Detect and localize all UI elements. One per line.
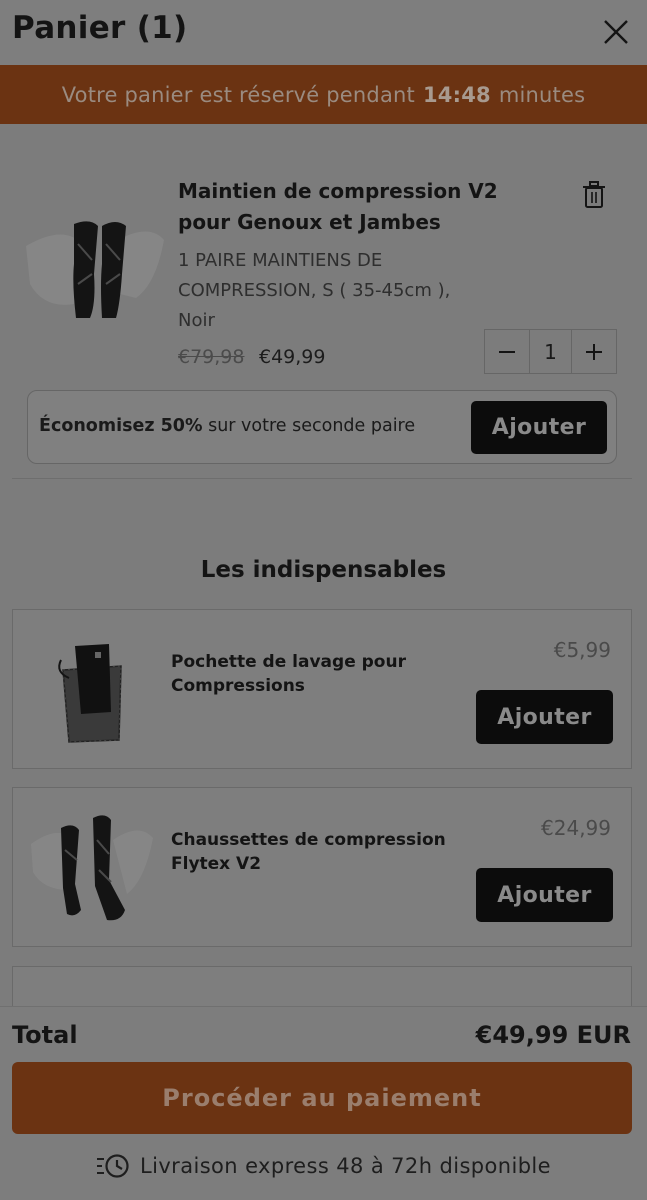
checkout-button[interactable]: Procéder au paiement [12,1062,632,1134]
upsell-rest: sur votre seconde paire [208,416,416,436]
upsell-bold: Économisez 50% [39,416,203,436]
decrease-quantity-button[interactable] [485,330,529,373]
plus-icon [586,343,602,360]
recommendations-title: Les indispensables [200,557,447,583]
banner-suffix: minutes [498,82,586,107]
cart-item: Maintien de compression V2 pour Genoux e… [0,124,647,480]
recommendation-card-partial [12,966,632,1006]
upsell-add-button[interactable]: Ajouter [471,401,607,454]
total-label: Total [12,1021,78,1049]
total-value: €49,99 EUR [475,1021,631,1049]
cart-title: Panier (1) [12,10,188,46]
banner-timer: 14:48 [422,82,491,107]
divider [12,478,632,479]
cart-header: Panier (1) [0,0,647,65]
delivery-text: Livraison express 48 à 72h disponible [140,1154,551,1178]
recommendation-price: €24,99 [541,816,611,840]
delivery-info: Livraison express 48 à 72h disponible [0,1153,647,1179]
trash-icon[interactable] [582,181,606,209]
add-socks-button[interactable]: Ajouter [476,868,613,922]
cart-footer: Total €49,99 EUR Procéder au paiement Li… [0,1006,647,1200]
recommendation-card: Chaussettes de compression Flytex V2 €24… [12,787,632,947]
quantity-value[interactable]: 1 [529,330,572,373]
quantity-stepper: 1 [484,329,617,374]
recommendation-title[interactable]: Pochette de lavage pour Compressions [171,650,461,698]
increase-quantity-button[interactable] [572,330,616,373]
cart-item-variant: 1 PAIRE MAINTIENS DE COMPRESSION, S ( 35… [178,250,451,331]
add-pouch-button[interactable]: Ajouter [476,690,613,744]
washing-pouch-image[interactable] [29,632,153,748]
product-image[interactable] [24,214,166,334]
recommendation-card: Pochette de lavage pour Compressions €5,… [12,609,632,769]
upsell-text: Économisez 50% sur votre seconde paire [39,416,415,436]
second-pair-upsell: Économisez 50% sur votre seconde paire A… [27,390,617,464]
reservation-banner: Votre panier est réservé pendant 14:48 m… [0,65,647,124]
recommendation-title[interactable]: Chaussettes de compression Flytex V2 [171,828,461,876]
current-price: €49,99 [259,346,326,368]
socks-image[interactable] [29,810,153,926]
banner-prefix: Votre panier est réservé pendant [61,82,415,107]
recommendation-price: €5,99 [553,638,611,662]
minus-icon [499,350,515,353]
cart-item-title[interactable]: Maintien de compression V2 pour Genoux e… [178,176,538,238]
clock-fast-icon [97,1154,129,1178]
old-price: €79,98 [178,346,245,368]
close-icon[interactable] [601,17,631,47]
